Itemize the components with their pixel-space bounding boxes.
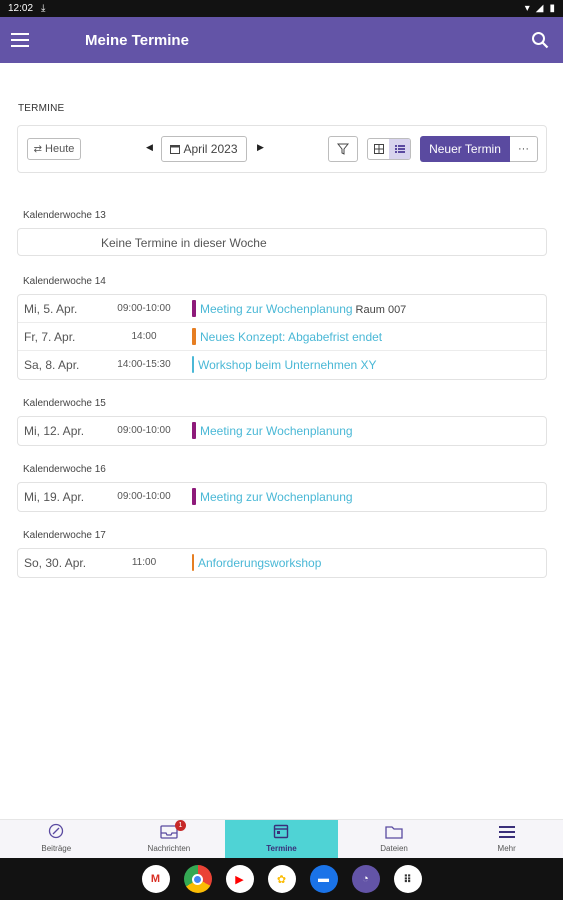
event-time: 11:00 (131, 557, 157, 568)
section-title: TERMINE (18, 103, 65, 114)
grid-view-button[interactable] (368, 139, 389, 159)
event-link[interactable]: Meeting zur Wochenplanung (200, 490, 353, 504)
event-link[interactable]: Anforderungsworkshop (198, 556, 321, 570)
event-row[interactable]: Sa, 8. Apr. 14:00-15:30 Workshop beim Un… (18, 351, 546, 379)
wifi-icon: ▾ (524, 3, 530, 14)
event-date: Sa, 8. Apr. (24, 358, 80, 372)
status-time: 12:02 (8, 3, 34, 14)
nav-messages-label: Nachrichten (147, 844, 191, 853)
nav-files[interactable]: Dateien (338, 820, 451, 858)
week-label: Kalenderwoche 16 (23, 464, 106, 475)
more-options-button[interactable]: ··· (510, 136, 538, 162)
event-date: Mi, 5. Apr. (24, 302, 78, 316)
photos-icon[interactable]: ✿ (267, 865, 296, 893)
week-events-box: Mi, 5. Apr. 09:00-10:00 Meeting zur Woch… (17, 294, 547, 380)
prev-month-icon[interactable]: ◀ (146, 142, 153, 153)
event-row[interactable]: Fr, 7. Apr. 14:00 Neues Konzept: Abgabef… (18, 323, 546, 351)
week-events-box: So, 30. Apr. 11:00 Anforderungsworkshop (17, 548, 547, 578)
hamburger-icon (498, 825, 515, 841)
event-row[interactable]: Mi, 5. Apr. 09:00-10:00 Meeting zur Woch… (18, 295, 546, 323)
month-picker-button[interactable]: April 2023 (161, 136, 247, 162)
nav-more-label: Mehr (497, 844, 516, 853)
event-link[interactable]: Workshop beim Unternehmen XY (198, 358, 377, 372)
event-date: Mi, 12. Apr. (24, 424, 85, 438)
status-bar: 12:02 ⤓ ▾ ◢ ▮ (0, 0, 563, 17)
event-row[interactable]: Mi, 19. Apr. 09:00-10:00 Meeting zur Woc… (18, 483, 546, 511)
event-link[interactable]: Meeting zur Wochenplanung (200, 424, 353, 438)
calendar-icon (170, 145, 181, 154)
signal-icon: ◢ (535, 3, 544, 14)
menu-icon[interactable] (0, 17, 40, 63)
event-time: 14:00-15:30 (117, 359, 171, 370)
nav-posts-label: Beiträge (41, 844, 72, 853)
today-label: Heute (45, 143, 75, 155)
gmail-icon[interactable]: M (141, 865, 170, 893)
nav-posts[interactable]: Beiträge (0, 820, 113, 858)
page-title: Meine Termine (85, 31, 189, 49)
chrome-icon[interactable] (183, 865, 212, 893)
week-empty-box: Keine Termine in dieser Woche (17, 228, 547, 256)
next-month-icon[interactable]: ▶ (257, 142, 264, 153)
event-color-bar (192, 422, 196, 439)
event-room: Raum 007 (355, 304, 407, 316)
event-link[interactable]: Neues Konzept: Abgabefrist endet (200, 330, 382, 344)
event-color-bar (192, 554, 194, 571)
week-label: Kalenderwoche 14 (23, 276, 106, 287)
today-button[interactable]: ⇄ Heute (27, 138, 81, 160)
week-label: Kalenderwoche 15 (23, 398, 106, 409)
nav-more[interactable]: Mehr (450, 820, 563, 858)
calendar-toolbar: ⇄ Heute ◀ April 2023 ▶ Neuer Termin ··· (17, 125, 547, 173)
folder-icon (385, 825, 403, 841)
event-date: So, 30. Apr. (24, 556, 87, 570)
app-drawer-icon[interactable]: ⠿ (393, 865, 422, 893)
event-date: Mi, 19. Apr. (24, 490, 85, 504)
view-toggle (367, 138, 411, 160)
calendar-icon (273, 823, 289, 841)
inbox-icon: 1 (160, 820, 186, 841)
event-color-bar (192, 488, 196, 505)
event-date: Fr, 7. Apr. (24, 330, 76, 344)
filter-button[interactable] (328, 136, 358, 162)
list-icon (394, 145, 405, 153)
event-row[interactable]: So, 30. Apr. 11:00 Anforderungsworkshop (18, 549, 546, 577)
list-view-button[interactable] (389, 139, 410, 159)
android-dock: M ▶ ✿ ▬ ◔ ⠿ (0, 858, 563, 900)
messages-badge: 1 (174, 820, 186, 831)
reset-icon: ⇄ (33, 143, 43, 155)
search-icon[interactable] (517, 17, 563, 63)
event-time: 14:00 (131, 331, 157, 342)
grid-icon (373, 144, 384, 154)
app-bar: Meine Termine (0, 17, 563, 63)
event-title: Meeting zur Wochenplanung (200, 302, 353, 316)
event-row[interactable]: Mi, 12. Apr. 09:00-10:00 Meeting zur Woc… (18, 417, 546, 445)
week-events-box: Mi, 19. Apr. 09:00-10:00 Meeting zur Woc… (17, 482, 547, 512)
nav-messages[interactable]: 1 Nachrichten (113, 820, 226, 858)
nav-files-label: Dateien (380, 844, 408, 853)
week-label: Kalenderwoche 13 (23, 210, 106, 221)
download-icon: ⤓ (41, 3, 46, 14)
event-time: 09:00-10:00 (117, 491, 171, 502)
filter-icon (337, 143, 349, 155)
event-time: 09:00-10:00 (117, 425, 171, 436)
event-link[interactable]: Meeting zur Wochenplanung Raum 007 (200, 302, 406, 316)
posts-icon (48, 823, 64, 841)
battery-icon: ▮ (549, 3, 555, 14)
nav-appointments-label: Termine (266, 844, 297, 853)
youtube-icon[interactable]: ▶ (225, 865, 254, 893)
bottom-navigation: Beiträge 1 Nachrichten Termine Dateien M… (0, 819, 563, 858)
event-time: 09:00-10:00 (117, 303, 171, 314)
assistant-icon[interactable]: ◔ (351, 865, 380, 893)
week-label: Kalenderwoche 17 (23, 530, 106, 541)
nav-appointments[interactable]: Termine (225, 820, 338, 858)
empty-week-text: Keine Termine in dieser Woche (101, 236, 267, 250)
event-color-bar (192, 300, 196, 317)
event-color-bar (192, 356, 194, 373)
week-events-box: Mi, 12. Apr. 09:00-10:00 Meeting zur Woc… (17, 416, 547, 446)
new-appointment-button[interactable]: Neuer Termin (420, 136, 510, 162)
messages-icon[interactable]: ▬ (309, 865, 338, 893)
month-label: April 2023 (183, 142, 238, 156)
event-color-bar (192, 328, 196, 345)
